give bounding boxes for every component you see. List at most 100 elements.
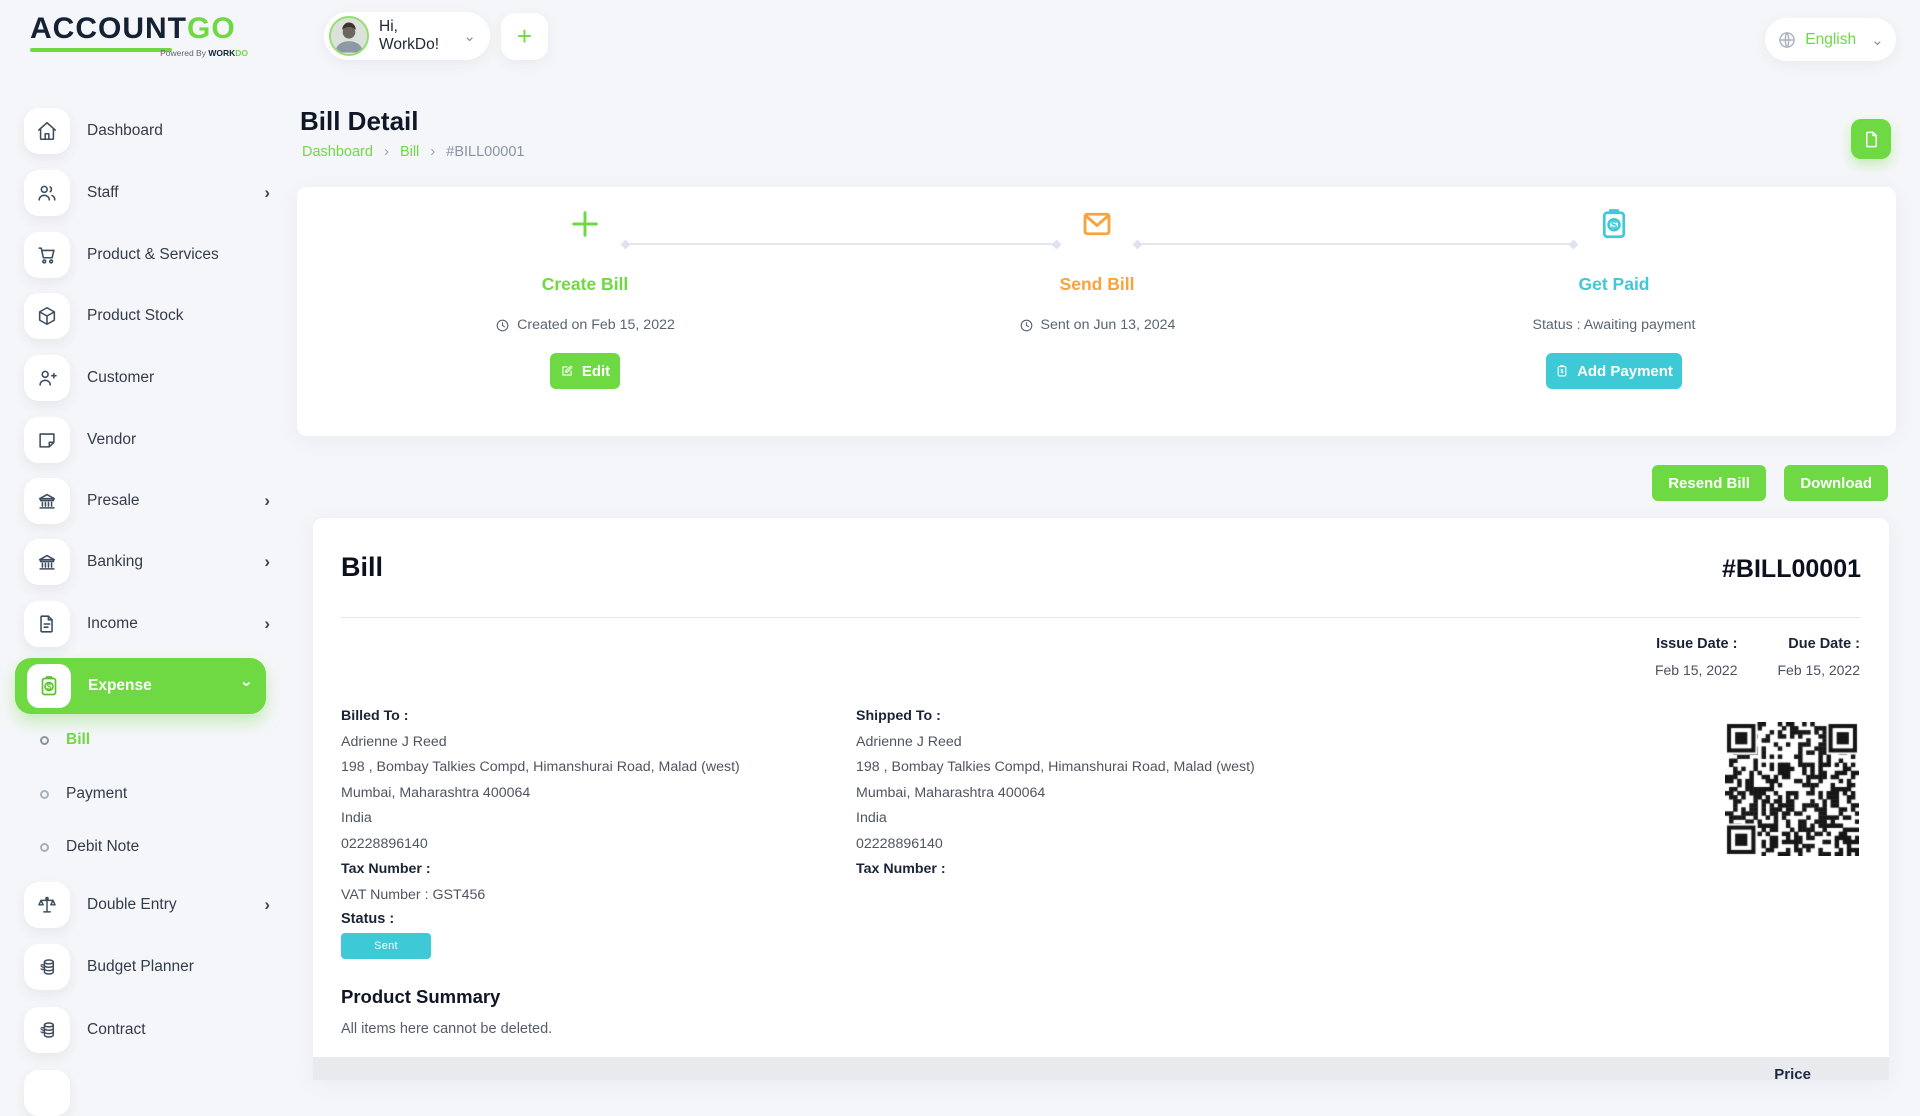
status-badge: Sent [341,933,431,959]
chevron-right-icon: › [264,614,270,634]
user-menu[interactable]: Hi, WorkDo! ⌄ [324,12,490,60]
sidebar-item-product-stock[interactable]: Product Stock [24,293,276,339]
sidebar-item-dashboard[interactable]: Dashboard [24,108,276,154]
bill-number: #BILL00001 [1722,555,1861,584]
product-summary-title: Product Summary [341,986,500,1008]
sidebar-item-product-services[interactable]: Product & Services [24,232,276,278]
sidebar-item-next-partial[interactable] [24,1070,276,1116]
clipboard-dollar-icon: $ [27,664,71,708]
box-icon [24,293,70,339]
globe-icon [1777,30,1797,50]
svg-text:$: $ [1611,220,1618,232]
app-logo[interactable]: ACCOUNTGO Powered By WORKDO [30,12,260,52]
avatar [329,16,369,56]
step-create-bill: Create Bill Created on Feb 15, 2022 Edit [435,204,735,389]
billed-to-block: Billed To : Adrienne J Reed 198 , Bombay… [341,708,821,912]
user-plus-icon [24,355,70,401]
breadcrumb-current: #BILL00001 [446,144,524,160]
sidebar-item-customer[interactable]: Customer [24,355,276,401]
chevron-right-icon: › [264,183,270,203]
price-column-header: Price [1774,1066,1811,1080]
page-title: Bill Detail [300,106,418,137]
breadcrumb-bill[interactable]: Bill [400,144,419,160]
add-payment-button[interactable]: $ Add Payment [1546,353,1682,389]
download-button[interactable]: Download [1784,465,1888,501]
home-icon [24,108,70,154]
step-send-bill: Send Bill Sent on Jun 13, 2024 [947,204,1247,333]
svg-text:$: $ [40,963,45,972]
clipboard-icon: $ [1555,364,1569,378]
logo-underline [30,48,172,52]
status-label: Status : [341,911,394,927]
step-title: Create Bill [435,274,735,295]
sidebar-item-vendor[interactable]: Vendor [24,417,276,463]
svg-text:$: $ [40,1026,45,1035]
preview-document-button[interactable] [1851,119,1891,159]
logo-text: ACCOUNTGO [30,12,260,46]
logo-tagline: Powered By WORKDO [160,48,248,58]
qr-code [1725,722,1859,856]
note-icon [24,417,70,463]
edit-bill-button[interactable]: Edit [550,353,620,389]
bill-actions: Resend Bill Download [0,465,1888,501]
breadcrumb-separator: › [384,143,389,160]
bullet-icon [40,790,49,799]
coins-dollar-icon: $ [24,944,70,990]
receipt-dollar-icon: $ [1464,204,1764,244]
breadcrumb: Dashboard › Bill › #BILL00001 [302,143,525,160]
language-selector[interactable]: English ⌄ [1765,18,1896,61]
chevron-right-icon: › [264,552,270,572]
shipped-to-block: Shipped To : Adrienne J Reed 198 , Bomba… [856,708,1336,887]
bank-icon [24,539,70,585]
sidebar-subitem-payment[interactable]: Payment [40,785,260,803]
sidebar-item-staff[interactable]: Staff › [24,170,276,216]
envelope-icon [947,204,1247,244]
coins-dollar-icon: $ [24,1007,70,1053]
language-label: English [1805,31,1856,49]
sidebar-subitem-bill[interactable]: Bill [40,731,260,749]
clock-icon [495,318,510,333]
plus-icon [435,204,735,244]
sidebar-item-banking[interactable]: Banking › [24,539,276,585]
sidebar-item-expense[interactable]: $ Expense › [15,658,266,714]
greeting-text: Hi, WorkDo! [379,18,456,54]
bullet-icon [40,736,49,745]
step-title: Get Paid [1464,274,1764,295]
resend-bill-button[interactable]: Resend Bill [1652,465,1766,501]
document-icon [1862,130,1881,149]
bill-detail-card: Bill #BILL00001 Issue Date : Feb 15, 202… [313,518,1889,1080]
svg-text:$: $ [47,682,52,691]
chevron-down-icon: ⌄ [463,27,476,45]
step-title: Send Bill [947,274,1247,295]
cart-icon [24,232,70,278]
sidebar-item-contract[interactable]: $ Contract [24,1007,276,1053]
step-meta: Status : Awaiting payment [1464,317,1764,333]
step-get-paid: $ Get Paid Status : Awaiting payment $ A… [1464,204,1764,389]
breadcrumb-separator: › [430,143,435,160]
chevron-down-icon: ⌄ [1871,31,1884,49]
svg-text:$: $ [1561,369,1564,375]
sidebar-item-income[interactable]: Income › [24,601,276,647]
sidebar-item-budget-planner[interactable]: $ Budget Planner [24,944,276,990]
file-text-icon [24,601,70,647]
users-icon [24,170,70,216]
scales-icon [24,882,70,928]
sidebar-subitem-debit-note[interactable]: Debit Note [40,838,260,856]
issue-date: Issue Date : Feb 15, 2022 [1655,636,1738,678]
product-summary-note: All items here cannot be deleted. [341,1021,552,1037]
bullet-icon [40,843,49,852]
due-date: Due Date : Feb 15, 2022 [1777,636,1860,678]
breadcrumb-dashboard[interactable]: Dashboard [302,144,373,160]
step-meta: Sent on Jun 13, 2024 [947,317,1247,333]
product-table-header: Price [313,1057,1889,1080]
quick-add-button[interactable]: + [501,13,548,60]
step-meta: Created on Feb 15, 2022 [435,317,735,333]
bill-heading: Bill [341,552,383,583]
chevron-down-icon: › [237,681,257,687]
pencil-icon [560,364,574,378]
sidebar-item-double-entry[interactable]: Double Entry › [24,882,276,928]
bill-progress-card: Create Bill Created on Feb 15, 2022 Edit… [297,187,1896,436]
plus-icon: + [517,21,532,52]
chevron-right-icon: › [264,895,270,915]
hidden-icon [24,1070,70,1116]
